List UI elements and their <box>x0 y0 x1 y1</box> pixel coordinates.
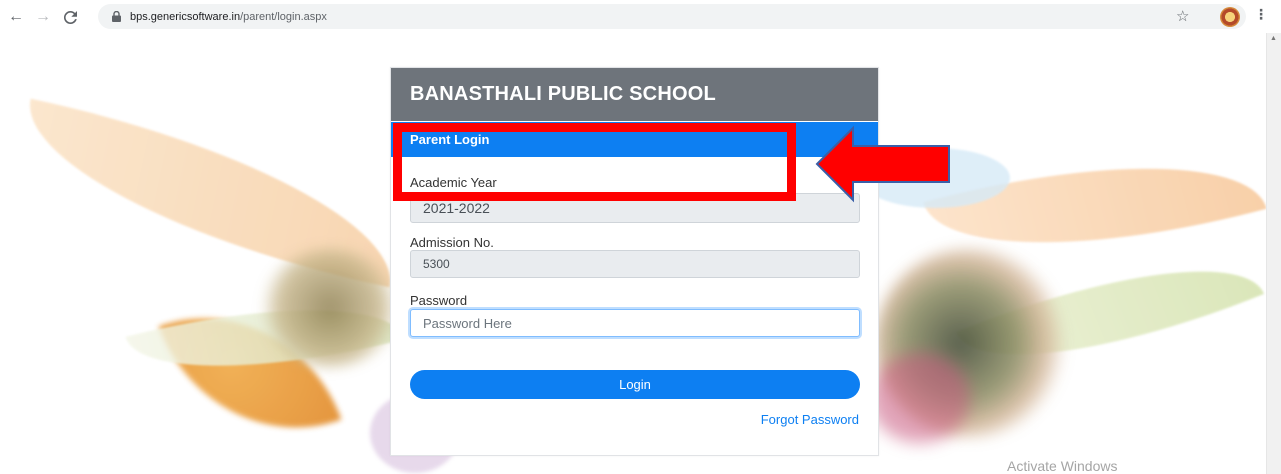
school-name: BANASTHALI PUBLIC SCHOOL <box>410 83 716 105</box>
admission-no-label: Admission No. <box>410 235 494 250</box>
browser-toolbar: ← → bps.genericsoftware.in/parent/login.… <box>0 0 1281 33</box>
profile-avatar[interactable] <box>1220 7 1240 27</box>
admission-no-input[interactable]: 5300 <box>410 250 860 278</box>
background-blur-left <box>260 248 400 368</box>
login-button[interactable]: Login <box>410 370 860 399</box>
card-header: BANASTHALI PUBLIC SCHOOL <box>391 68 878 121</box>
red-arrow-annotation <box>815 125 950 203</box>
url-path: /parent/login.aspx <box>240 10 327 23</box>
activate-windows-watermark: Activate Windows <box>1007 458 1118 474</box>
star-icon[interactable]: ☆ <box>1176 7 1189 25</box>
academic-year-value: 2021-2022 <box>423 200 490 216</box>
password-label: Password <box>410 293 468 308</box>
address-bar[interactable]: bps.genericsoftware.in/parent/login.aspx <box>98 4 1246 29</box>
password-placeholder: Password Here <box>423 315 512 331</box>
red-highlight-box <box>393 123 796 201</box>
lock-icon <box>110 10 122 24</box>
vertical-scrollbar[interactable]: ▲ <box>1266 33 1281 474</box>
menu-dots-icon[interactable]: ⋮ <box>1254 6 1268 23</box>
background-blur-right-pink <box>870 353 970 443</box>
forward-arrow-icon[interactable]: → <box>31 5 55 29</box>
password-input[interactable]: Password Here <box>410 309 860 337</box>
admission-no-value: 5300 <box>423 257 450 271</box>
back-arrow-icon[interactable]: ← <box>4 5 28 29</box>
url-host: bps.genericsoftware.in <box>130 10 241 23</box>
forgot-password-link[interactable]: Forgot Password <box>761 412 859 427</box>
reload-icon[interactable] <box>58 5 82 29</box>
page-background: BANASTHALI PUBLIC SCHOOL Parent Login Ac… <box>0 33 1266 474</box>
url-text: bps.genericsoftware.in/parent/login.aspx <box>130 11 327 23</box>
scroll-up-arrow-icon[interactable]: ▲ <box>1270 35 1277 42</box>
